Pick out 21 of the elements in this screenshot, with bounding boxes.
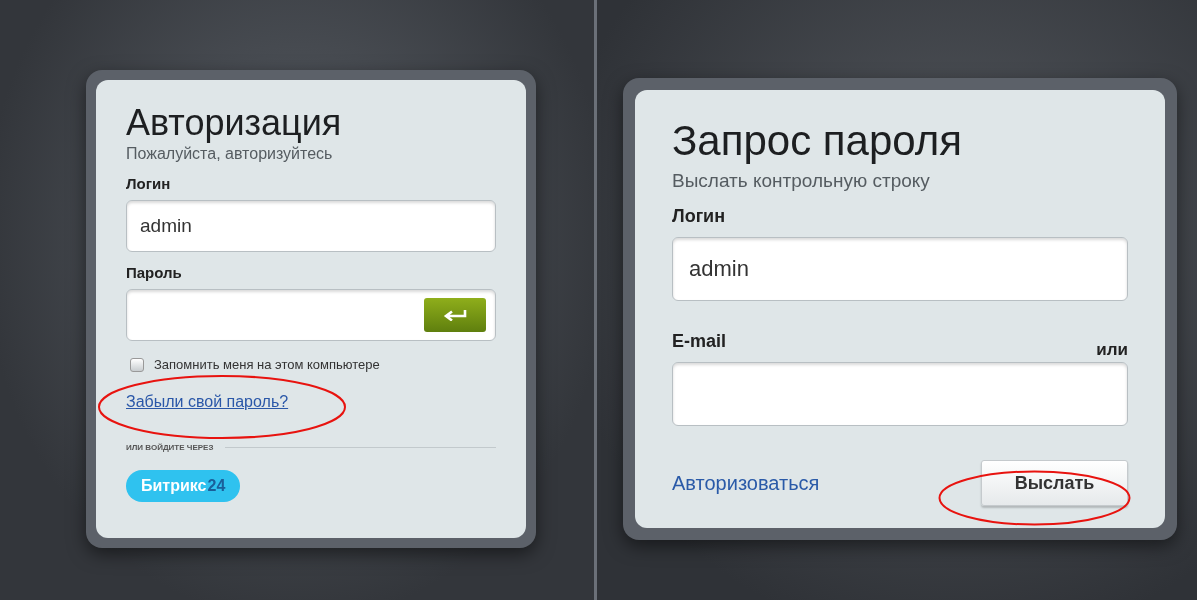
form-title: Запрос пароля [672, 116, 962, 166]
authorize-link[interactable]: Авторизоваться [672, 471, 820, 495]
enter-button[interactable] [424, 298, 486, 332]
form-title: Авторизация [126, 102, 342, 144]
social-login-heading: ИЛИ ВОЙДИТЕ ЧЕРЕЗ [126, 443, 214, 452]
form-subtitle: Пожалуйста, авторизуйтесь [126, 145, 333, 163]
send-button[interactable]: Выслать [981, 460, 1128, 506]
form-subtitle: Выслать контрольную строку [672, 170, 930, 192]
email-input[interactable] [672, 362, 1128, 426]
login-input[interactable]: admin [126, 200, 496, 252]
field-label: Логин [672, 206, 726, 227]
password-input[interactable] [126, 289, 496, 341]
remember-checkbox[interactable] [130, 357, 144, 372]
login-input[interactable]: admin [672, 237, 1128, 301]
remember-label: Запомнить меня на этом компьютере [154, 357, 380, 372]
forgot-password-link[interactable]: Забыли свой пароль? [126, 393, 289, 410]
or-text: или [1096, 340, 1128, 360]
field-label: Пароль [126, 264, 182, 281]
enter-icon [443, 309, 467, 321]
field-label: Логин [126, 175, 171, 192]
field-label: E-mail [672, 331, 727, 352]
